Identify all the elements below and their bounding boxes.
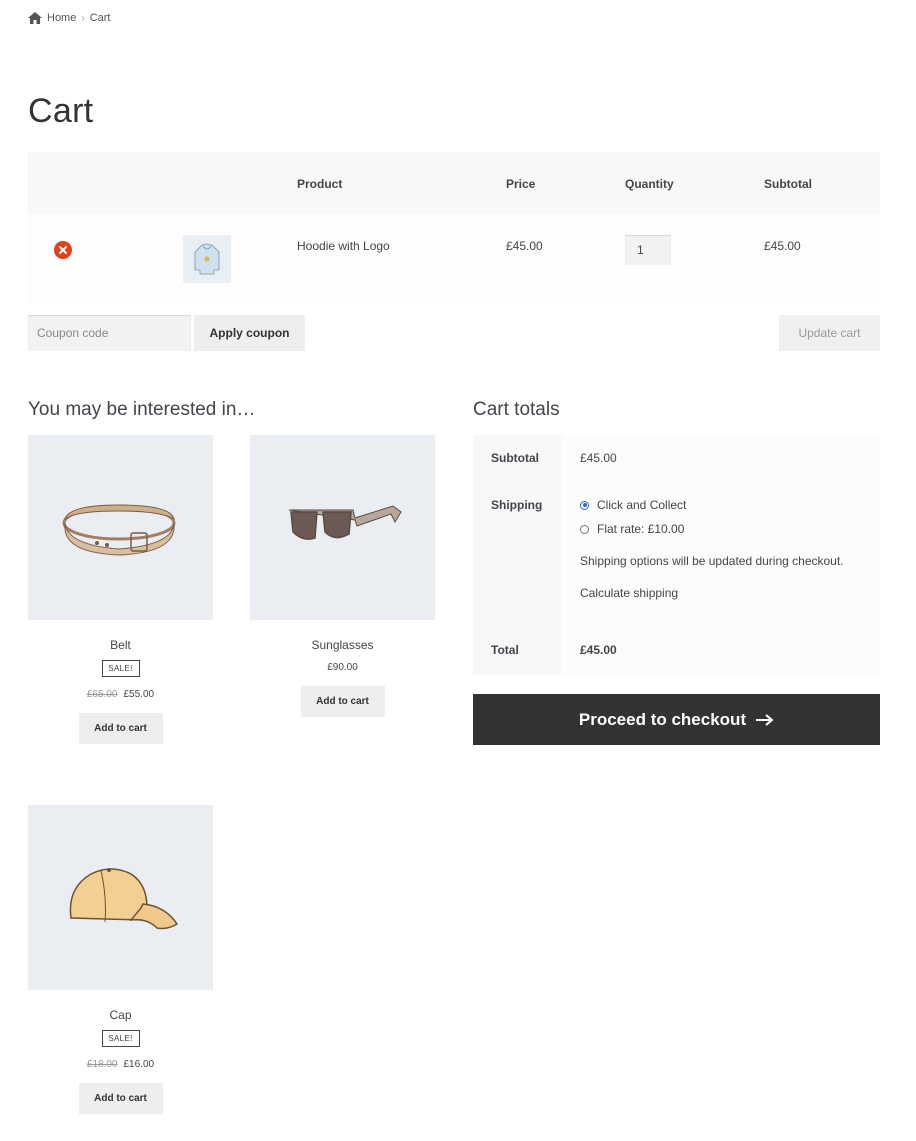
cart-table-header: Product Price Quantity Subtotal (28, 152, 880, 214)
sale-badge: SALE! (101, 660, 140, 677)
update-cart-button[interactable]: Update cart (779, 315, 880, 351)
cart-item-subtotal: £45.00 (764, 239, 801, 253)
product-image-sunglasses[interactable] (250, 435, 435, 620)
shipping-label: Shipping (473, 482, 562, 627)
subtotal-label: Subtotal (473, 435, 562, 482)
breadcrumb-home-link[interactable]: Home (47, 12, 76, 24)
shipping-note: Shipping options will be updated during … (580, 554, 844, 568)
product-price: £65.00 £55.00 (28, 689, 213, 700)
arrow-right-icon (756, 713, 774, 726)
header-product: Product (297, 177, 343, 191)
page-title: Cart (28, 92, 94, 130)
breadcrumb-current: Cart (89, 12, 111, 24)
product-price: £18.00 £16.00 (28, 1059, 213, 1070)
product-thumbnail[interactable] (183, 235, 231, 283)
cart-item-row: Hoodie with Logo £45.00 £45.00 (28, 214, 880, 304)
product-card-belt: Belt SALE! £65.00 £55.00 Add to cart (28, 435, 213, 744)
totals-subtotal-row: Subtotal £45.00 (473, 435, 880, 482)
sale-badge: SALE! (101, 1030, 140, 1047)
remove-item-icon[interactable] (54, 241, 72, 259)
product-card-cap: Cap SALE! £18.00 £16.00 Add to cart (28, 805, 213, 1114)
checkout-label: Proceed to checkout (578, 709, 747, 729)
subtotal-value: £45.00 (562, 435, 880, 482)
cart-item-name[interactable]: Hoodie with Logo (297, 239, 390, 253)
header-subtotal: Subtotal (764, 177, 812, 191)
home-icon (28, 12, 42, 24)
proceed-to-checkout-button[interactable]: Proceed to checkout (473, 694, 880, 745)
belt-image (62, 503, 175, 556)
total-value: £45.00 (562, 627, 880, 675)
total-label: Total (473, 627, 562, 675)
product-image-cap[interactable] (28, 805, 213, 990)
sunglasses-image (288, 504, 402, 540)
totals-shipping-row: Shipping Click and Collect Flat rate: £1… (473, 482, 880, 627)
related-heading: You may be interested in… (28, 399, 256, 420)
breadcrumb-separator: › (81, 12, 85, 24)
old-price: £65.00 (86, 689, 118, 700)
hoodie-image (194, 243, 220, 275)
shipping-options: Click and Collect Flat rate: £10.00 Ship… (562, 482, 880, 627)
product-image-belt[interactable] (28, 435, 213, 620)
apply-coupon-button[interactable]: Apply coupon (194, 315, 305, 351)
product-name[interactable]: Sunglasses (250, 638, 435, 652)
old-price: £18.00 (86, 1059, 118, 1070)
add-to-cart-button[interactable]: Add to cart (78, 713, 163, 744)
coupon-code-input[interactable] (28, 315, 191, 351)
shipping-option-click-collect[interactable]: Click and Collect (580, 498, 880, 512)
breadcrumb: Home › Cart (28, 12, 110, 24)
shipping-option-flat-rate[interactable]: Flat rate: £10.00 (580, 522, 880, 536)
sale-price: £16.00 (123, 1059, 155, 1070)
cap-image (69, 867, 178, 929)
product-price: £90.00 (327, 662, 358, 673)
cart-totals-table: Subtotal £45.00 Shipping Click and Colle… (473, 435, 880, 675)
add-to-cart-button[interactable]: Add to cart (300, 686, 385, 717)
product-name[interactable]: Cap (28, 1008, 213, 1022)
quantity-input[interactable] (625, 235, 671, 265)
radio-unselected-icon[interactable] (580, 524, 589, 534)
header-quantity: Quantity (625, 177, 674, 191)
radio-selected-icon[interactable] (580, 500, 589, 510)
header-price: Price (506, 177, 536, 191)
shipping-option-label: Flat rate: £10.00 (597, 522, 685, 536)
cart-table: Product Price Quantity Subtotal Hoodie w… (28, 152, 880, 304)
add-to-cart-button[interactable]: Add to cart (78, 1083, 163, 1114)
cart-totals-heading: Cart totals (473, 399, 560, 420)
calculate-shipping-link[interactable]: Calculate shipping (580, 586, 880, 600)
totals-total-row: Total £45.00 (473, 627, 880, 675)
product-card-sunglasses: Sunglasses £90.00 Add to cart (250, 435, 435, 717)
sale-price: £55.00 (123, 689, 155, 700)
shipping-option-label: Click and Collect (597, 498, 687, 512)
product-name[interactable]: Belt (28, 638, 213, 652)
cart-item-price: £45.00 (506, 239, 543, 253)
